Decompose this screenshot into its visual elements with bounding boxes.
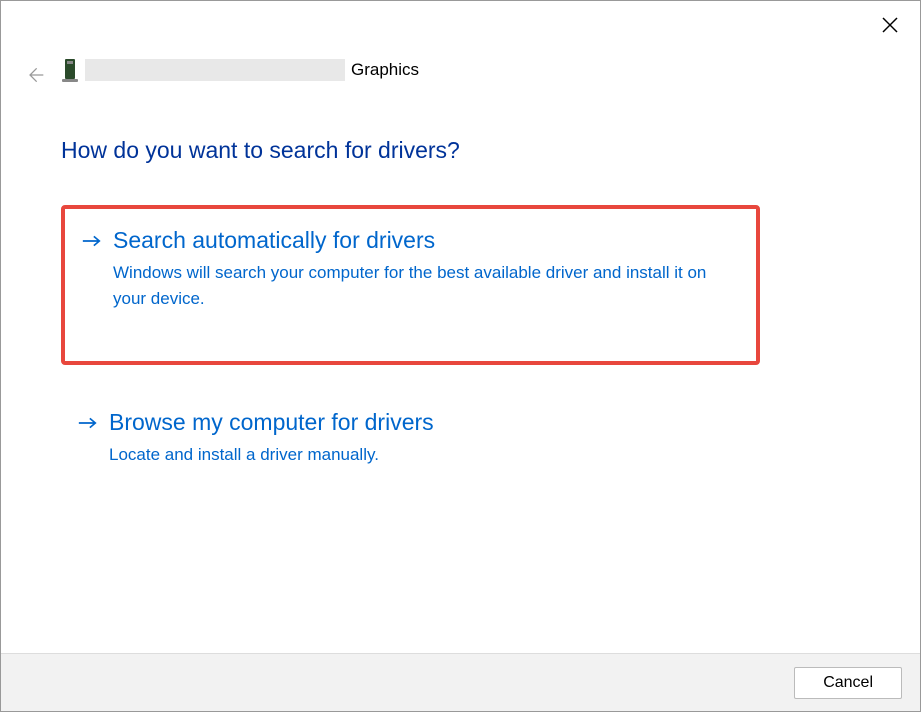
option-description: Locate and install a driver manually. bbox=[109, 442, 719, 468]
dialog-footer: Cancel bbox=[1, 653, 920, 711]
page-title: How do you want to search for drivers? bbox=[61, 137, 460, 164]
device-suffix: Graphics bbox=[351, 60, 419, 80]
cancel-button[interactable]: Cancel bbox=[794, 667, 902, 699]
dialog-header: Graphics bbox=[61, 57, 419, 83]
device-icon bbox=[61, 57, 79, 83]
options-container: Search automatically for drivers Windows… bbox=[61, 205, 760, 518]
arrow-right-icon bbox=[77, 417, 99, 429]
back-arrow-icon bbox=[25, 65, 45, 85]
option-description: Windows will search your computer for th… bbox=[113, 260, 723, 311]
option-title: Browse my computer for drivers bbox=[109, 409, 434, 436]
device-name-redacted bbox=[85, 59, 345, 81]
option-search-automatically[interactable]: Search automatically for drivers Windows… bbox=[61, 205, 760, 365]
close-button[interactable] bbox=[878, 13, 902, 37]
option-title: Search automatically for drivers bbox=[113, 227, 435, 254]
option-browse-computer[interactable]: Browse my computer for drivers Locate an… bbox=[61, 391, 760, 492]
arrow-right-icon bbox=[81, 235, 103, 247]
close-icon bbox=[882, 17, 898, 33]
back-button[interactable] bbox=[23, 63, 47, 87]
